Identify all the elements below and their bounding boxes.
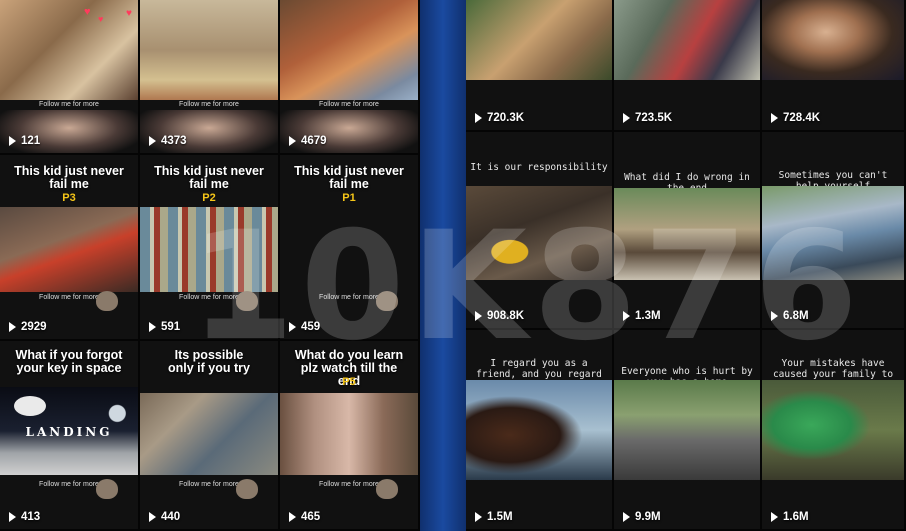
follow-text: Follow me for more bbox=[319, 101, 379, 108]
heart-icon: ♥ bbox=[126, 8, 132, 19]
play-icon bbox=[149, 136, 156, 146]
heart-icon: ♥ bbox=[98, 14, 104, 24]
landing-overlay-text: LANDING bbox=[25, 425, 113, 439]
cat-icon bbox=[376, 479, 398, 499]
video-tile[interactable]: Follow me for more 4373 bbox=[140, 0, 280, 155]
follow-text: Follow me for more bbox=[39, 101, 99, 108]
video-title: What if you forgot your key in space bbox=[15, 348, 123, 375]
video-thumbnail bbox=[466, 0, 612, 80]
video-title: This kid just never fail me bbox=[294, 164, 404, 191]
video-thumbnail bbox=[762, 0, 904, 80]
play-icon bbox=[149, 512, 156, 522]
video-thumbnail bbox=[140, 393, 278, 475]
play-icon bbox=[771, 512, 778, 522]
view-count: 728.4K bbox=[771, 112, 820, 124]
video-thumbnail bbox=[0, 207, 138, 292]
video-tile[interactable]: 720.3K bbox=[466, 0, 614, 132]
video-thumbnail bbox=[762, 380, 904, 480]
view-count: 723.5K bbox=[623, 112, 672, 124]
video-thumbnail bbox=[280, 393, 418, 475]
view-count: 4679 bbox=[289, 135, 327, 147]
play-icon bbox=[623, 512, 630, 522]
play-icon bbox=[9, 136, 16, 146]
part-label: P3 bbox=[62, 192, 76, 204]
video-thumbnail bbox=[614, 380, 760, 480]
creator-face-overlay bbox=[0, 110, 138, 153]
follow-text: Follow me for more bbox=[179, 101, 239, 108]
video-title: It is our responsibility bbox=[470, 162, 608, 173]
video-tile[interactable]: This kid just never fail me P3 Follow me… bbox=[0, 155, 140, 341]
view-count: 720.3K bbox=[475, 112, 524, 124]
view-count: 591 bbox=[149, 321, 180, 333]
creator-face-overlay bbox=[280, 110, 418, 153]
video-thumbnail bbox=[466, 380, 612, 480]
watermark-text: 10K876 bbox=[190, 200, 865, 374]
video-tile[interactable]: What if you forgot your key in space LAN… bbox=[0, 341, 140, 531]
view-count: 121 bbox=[9, 135, 40, 147]
play-icon bbox=[149, 322, 156, 332]
cat-icon bbox=[96, 291, 118, 311]
video-thumbnail bbox=[280, 0, 418, 100]
spacecraft-graphic bbox=[14, 396, 46, 416]
play-icon bbox=[623, 113, 630, 123]
video-tile[interactable]: 728.4K bbox=[762, 0, 906, 132]
view-count: 1.5M bbox=[475, 511, 513, 523]
video-thumbnail bbox=[140, 0, 278, 100]
play-icon bbox=[475, 113, 482, 123]
view-count: 2929 bbox=[9, 321, 47, 333]
view-count: 4373 bbox=[149, 135, 187, 147]
view-count: 413 bbox=[9, 511, 40, 523]
part-label: P5 bbox=[342, 376, 356, 388]
play-icon bbox=[289, 136, 296, 146]
view-count: 1.6M bbox=[771, 511, 809, 523]
play-icon bbox=[9, 322, 16, 332]
creator-face-overlay bbox=[140, 110, 278, 153]
video-thumbnail bbox=[0, 0, 138, 100]
heart-icon: ♥ bbox=[84, 6, 91, 18]
video-tile[interactable]: Follow me for more 4679 bbox=[280, 0, 420, 155]
view-count: 9.9M bbox=[623, 511, 661, 523]
video-tile[interactable]: ♥ ♥ ♥ Follow me for more 121 bbox=[0, 0, 140, 155]
play-icon bbox=[289, 512, 296, 522]
view-count: 440 bbox=[149, 511, 180, 523]
view-count: 465 bbox=[289, 511, 320, 523]
play-icon bbox=[9, 512, 16, 522]
cat-icon bbox=[96, 479, 118, 499]
cat-icon bbox=[236, 479, 258, 499]
video-thumbnail bbox=[614, 0, 760, 80]
video-title: This kid just never fail me bbox=[14, 164, 124, 191]
play-icon bbox=[475, 512, 482, 522]
video-tile[interactable]: 723.5K bbox=[614, 0, 762, 132]
play-icon bbox=[771, 113, 778, 123]
video-title: This kid just never fail me bbox=[154, 164, 264, 191]
